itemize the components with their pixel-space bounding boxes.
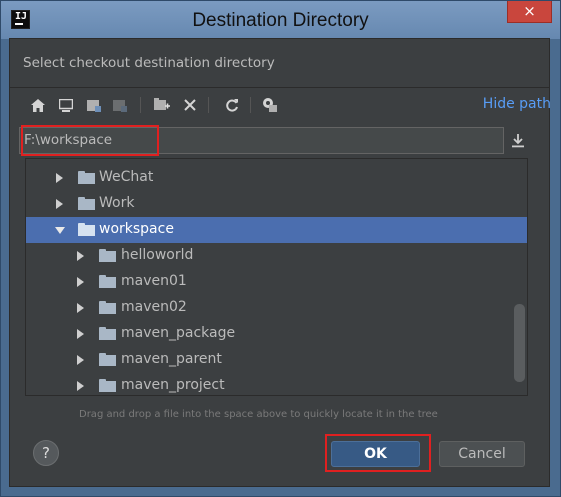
expand-arrow-icon[interactable] xyxy=(77,251,84,261)
expand-arrow-icon[interactable] xyxy=(77,329,84,339)
folder-icon xyxy=(78,223,95,236)
tree-row-maven01[interactable]: maven01 xyxy=(26,269,527,295)
tree-label: maven_project xyxy=(121,377,225,393)
tree-label: maven_parent xyxy=(121,351,222,367)
cancel-button[interactable]: Cancel xyxy=(439,441,525,467)
toolbar-separator xyxy=(250,97,251,113)
expand-arrow-icon[interactable] xyxy=(77,277,84,287)
tree-row-work[interactable]: Work xyxy=(26,191,527,217)
tree-row-maven-package[interactable]: maven_package xyxy=(26,321,527,347)
delete-icon[interactable] xyxy=(180,94,200,116)
expand-arrow-icon[interactable] xyxy=(77,355,84,365)
toolbar-separator xyxy=(208,97,209,113)
close-button[interactable]: × xyxy=(507,1,552,23)
tree-label: maven_package xyxy=(121,325,236,341)
download-icon[interactable] xyxy=(508,131,528,151)
close-icon: × xyxy=(523,2,536,20)
tree-row-maven02[interactable]: maven02 xyxy=(26,295,527,321)
window-title: Destination Directory xyxy=(192,10,369,31)
tree-row-workspace[interactable]: workspace xyxy=(26,217,527,243)
tree-scrollbar[interactable] xyxy=(514,304,525,382)
refresh-icon[interactable] xyxy=(222,94,242,116)
tree-row-maven-project[interactable]: maven_project xyxy=(26,373,527,395)
expand-arrow-icon[interactable] xyxy=(77,381,84,391)
hide-path-link[interactable]: Hide path xyxy=(483,96,551,112)
folder-icon xyxy=(99,249,116,262)
project-icon[interactable] xyxy=(84,94,104,116)
folder-icon xyxy=(78,171,95,184)
tree-label: WeChat xyxy=(99,169,154,185)
tree-row-wechat[interactable]: WeChat xyxy=(26,165,527,191)
expand-arrow-icon[interactable] xyxy=(56,173,63,183)
tree-label: maven01 xyxy=(121,273,187,289)
expand-arrow-icon[interactable] xyxy=(56,199,63,209)
directory-tree[interactable]: WeChat Work workspace helloworld maven01… xyxy=(25,158,528,396)
ok-highlight-box xyxy=(325,434,431,472)
home-icon[interactable] xyxy=(28,94,48,116)
desktop-icon[interactable] xyxy=(56,94,76,116)
tree-label: workspace xyxy=(99,221,174,237)
tree-row-maven-parent[interactable]: maven_parent xyxy=(26,347,527,373)
toolbar-separator xyxy=(140,97,141,113)
folder-icon xyxy=(99,379,116,392)
help-button[interactable]: ? xyxy=(33,440,59,466)
folder-icon xyxy=(99,301,116,314)
show-hidden-icon[interactable] xyxy=(260,94,280,116)
folder-icon xyxy=(99,327,116,340)
new-folder-icon[interactable] xyxy=(152,94,172,116)
tree-label: helloworld xyxy=(121,247,194,263)
help-icon: ? xyxy=(42,444,50,462)
drag-drop-hint: Drag and drop a file into the space abov… xyxy=(79,409,438,420)
tree-label: maven02 xyxy=(121,299,187,315)
tree-label: Work xyxy=(99,195,135,211)
expand-arrow-icon[interactable] xyxy=(77,303,84,313)
dialog-description: Select checkout destination directory xyxy=(23,55,275,71)
divider xyxy=(9,87,550,88)
tree-row-helloworld[interactable]: helloworld xyxy=(26,243,527,269)
title-bar[interactable]: IJ Destination Directory × xyxy=(1,1,560,39)
folder-icon xyxy=(99,275,116,288)
file-chooser-toolbar xyxy=(20,94,540,116)
module-icon[interactable] xyxy=(110,94,130,116)
path-highlight-box xyxy=(21,125,159,156)
folder-icon xyxy=(78,197,95,210)
collapse-arrow-icon[interactable] xyxy=(55,227,65,234)
folder-icon xyxy=(99,353,116,366)
